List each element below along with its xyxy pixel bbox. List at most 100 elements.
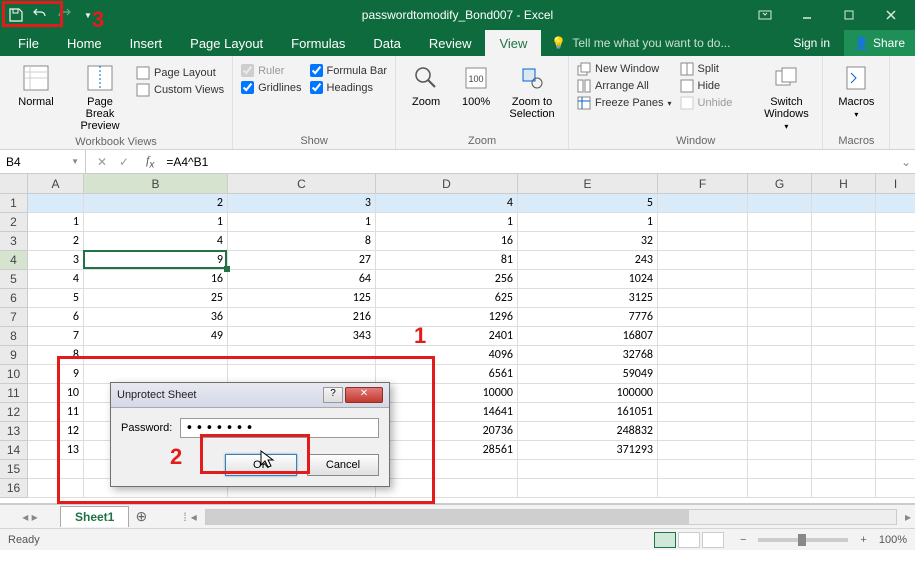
cell[interactable]: [376, 479, 518, 498]
cell[interactable]: [748, 213, 812, 232]
column-header[interactable]: C: [228, 174, 376, 194]
row-header[interactable]: 11: [0, 384, 28, 403]
cell[interactable]: 11: [28, 403, 84, 422]
tab-file[interactable]: File: [4, 30, 53, 56]
minimize-icon[interactable]: [787, 1, 827, 29]
row-header[interactable]: 9: [0, 346, 28, 365]
cell[interactable]: [812, 346, 876, 365]
cell[interactable]: 9: [84, 251, 228, 270]
cell[interactable]: [748, 403, 812, 422]
column-header[interactable]: I: [876, 174, 915, 194]
cell[interactable]: 3: [228, 194, 376, 213]
cell[interactable]: [812, 327, 876, 346]
cell[interactable]: 216: [228, 308, 376, 327]
cell[interactable]: 32768: [518, 346, 658, 365]
custom-views-button[interactable]: Custom Views: [136, 83, 224, 97]
cell[interactable]: [812, 384, 876, 403]
row-header[interactable]: 10: [0, 365, 28, 384]
tab-formulas[interactable]: Formulas: [277, 30, 359, 56]
cell[interactable]: [812, 422, 876, 441]
cell[interactable]: 100000: [518, 384, 658, 403]
cell[interactable]: 12: [28, 422, 84, 441]
cell[interactable]: [658, 403, 748, 422]
cell[interactable]: 1024: [518, 270, 658, 289]
maximize-icon[interactable]: [829, 1, 869, 29]
cell[interactable]: [876, 384, 915, 403]
cell[interactable]: 64: [228, 270, 376, 289]
cell[interactable]: [658, 308, 748, 327]
cell[interactable]: 81: [376, 251, 518, 270]
cell[interactable]: [658, 270, 748, 289]
cell[interactable]: 1: [84, 213, 228, 232]
tab-insert[interactable]: Insert: [116, 30, 177, 56]
select-all-corner[interactable]: [0, 174, 28, 194]
cell[interactable]: [876, 460, 915, 479]
cell[interactable]: 59049: [518, 365, 658, 384]
tab-review[interactable]: Review: [415, 30, 486, 56]
cell[interactable]: [812, 289, 876, 308]
cell[interactable]: [812, 460, 876, 479]
cell[interactable]: 5: [28, 289, 84, 308]
qat-dropdown-icon[interactable]: ▼: [78, 5, 98, 25]
zoom-in-button[interactable]: +: [856, 534, 870, 546]
row-header[interactable]: 15: [0, 460, 28, 479]
arrange-all-button[interactable]: Arrange All: [577, 79, 672, 93]
cell[interactable]: [876, 346, 915, 365]
cell[interactable]: [748, 384, 812, 403]
cell[interactable]: 625: [376, 289, 518, 308]
tab-pagelayout[interactable]: Page Layout: [176, 30, 277, 56]
cell[interactable]: [658, 365, 748, 384]
cell[interactable]: [876, 194, 915, 213]
cell[interactable]: [876, 213, 915, 232]
cell[interactable]: [812, 194, 876, 213]
cell[interactable]: [876, 422, 915, 441]
cell[interactable]: 16: [376, 232, 518, 251]
column-header[interactable]: E: [518, 174, 658, 194]
cell[interactable]: [28, 194, 84, 213]
headings-checkbox[interactable]: Headings: [310, 81, 388, 94]
cell[interactable]: [658, 213, 748, 232]
column-header[interactable]: F: [658, 174, 748, 194]
add-sheet-button[interactable]: ⊕: [129, 508, 153, 525]
freeze-panes-button[interactable]: Freeze Panes ▾: [577, 96, 672, 110]
cell[interactable]: 3125: [518, 289, 658, 308]
cell[interactable]: [876, 403, 915, 422]
cell[interactable]: [876, 232, 915, 251]
cell[interactable]: [658, 346, 748, 365]
cell[interactable]: [518, 479, 658, 498]
pagebreak-view-icon[interactable]: [702, 532, 724, 548]
cell[interactable]: 36: [84, 308, 228, 327]
zoom-out-button[interactable]: −: [736, 534, 750, 546]
formulabar-checkbox[interactable]: Formula Bar: [310, 64, 388, 77]
cell[interactable]: [876, 270, 915, 289]
undo-icon[interactable]: [30, 5, 50, 25]
hide-button[interactable]: Hide: [680, 79, 733, 93]
cell[interactable]: 28561: [376, 441, 518, 460]
row-header[interactable]: 16: [0, 479, 28, 498]
cell[interactable]: [812, 365, 876, 384]
pagelayout-view-icon[interactable]: [678, 532, 700, 548]
formula-input[interactable]: [160, 155, 897, 169]
cell[interactable]: [84, 346, 228, 365]
column-header[interactable]: A: [28, 174, 84, 194]
row-header[interactable]: 12: [0, 403, 28, 422]
cell[interactable]: [748, 308, 812, 327]
cell[interactable]: 256: [376, 270, 518, 289]
cell[interactable]: [876, 441, 915, 460]
column-header[interactable]: H: [812, 174, 876, 194]
row-header[interactable]: 6: [0, 289, 28, 308]
row-header[interactable]: 2: [0, 213, 28, 232]
cell[interactable]: [658, 479, 748, 498]
cell[interactable]: [876, 327, 915, 346]
zoom-button[interactable]: Zoom: [404, 60, 448, 110]
cell[interactable]: 10000: [376, 384, 518, 403]
row-header[interactable]: 7: [0, 308, 28, 327]
zoom-level[interactable]: 100%: [879, 534, 907, 546]
cell[interactable]: [812, 403, 876, 422]
cell[interactable]: 243: [518, 251, 658, 270]
cell[interactable]: [812, 232, 876, 251]
cell[interactable]: [748, 327, 812, 346]
column-header[interactable]: B: [84, 174, 228, 194]
cell[interactable]: 14641: [376, 403, 518, 422]
macros-button[interactable]: Macros▾: [831, 60, 881, 121]
